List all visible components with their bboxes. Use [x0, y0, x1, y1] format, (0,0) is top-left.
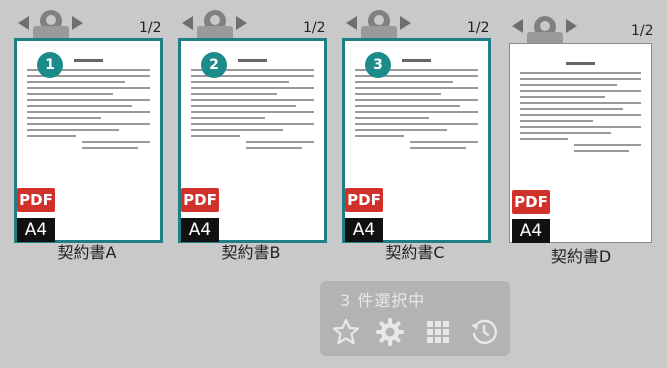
- gear-icon[interactable]: [375, 317, 405, 347]
- star-icon[interactable]: [331, 317, 361, 347]
- next-page-arrow-icon[interactable]: [400, 16, 411, 30]
- page-count: 1/2: [139, 20, 162, 36]
- page-count: 1/2: [631, 23, 654, 39]
- pdf-badge: PDF: [181, 188, 219, 212]
- document-card-d[interactable]: 1/2 PDF A4 契約書D: [508, 0, 658, 268]
- prev-page-arrow-icon[interactable]: [182, 16, 193, 30]
- selection-order-badge: 3: [365, 52, 391, 78]
- pdf-badge: PDF: [512, 190, 550, 214]
- prev-page-arrow-icon[interactable]: [512, 19, 523, 33]
- document-thumbnail[interactable]: 1 PDF A4: [14, 38, 163, 243]
- next-page-arrow-icon[interactable]: [72, 16, 83, 30]
- document-name: 契約書C: [385, 243, 445, 262]
- selection-panel: 3 件選択中: [320, 281, 510, 356]
- page-count: 1/2: [467, 20, 490, 36]
- selection-order-badge: 1: [37, 52, 63, 78]
- document-thumbnail[interactable]: 2 PDF A4: [178, 38, 327, 243]
- document-name: 契約書D: [550, 247, 612, 266]
- pdf-badge: PDF: [345, 188, 383, 212]
- history-icon[interactable]: [469, 317, 499, 347]
- document-thumbnail[interactable]: 3 PDF A4: [342, 38, 491, 243]
- paper-size-badge: A4: [512, 219, 550, 243]
- document-card-c[interactable]: 1/2 3 PDF A4 契約書C: [342, 0, 492, 268]
- page-count: 1/2: [303, 20, 326, 36]
- next-page-arrow-icon[interactable]: [566, 19, 577, 33]
- document-thumbnail[interactable]: PDF A4: [509, 43, 652, 243]
- prev-page-arrow-icon[interactable]: [18, 16, 29, 30]
- document-name: 契約書B: [221, 243, 281, 262]
- selection-count-text: 3 件選択中: [340, 291, 426, 310]
- document-card-b[interactable]: 1/2 2 PDF A4 契約書B: [178, 0, 328, 268]
- prev-page-arrow-icon[interactable]: [346, 16, 357, 30]
- document-name: 契約書A: [57, 243, 117, 262]
- next-page-arrow-icon[interactable]: [236, 16, 247, 30]
- pdf-badge: PDF: [17, 188, 55, 212]
- grid-icon[interactable]: [423, 317, 453, 347]
- document-card-a[interactable]: 1/2 1 PDF A4 契約書A: [14, 0, 164, 268]
- selection-order-badge: 2: [201, 52, 227, 78]
